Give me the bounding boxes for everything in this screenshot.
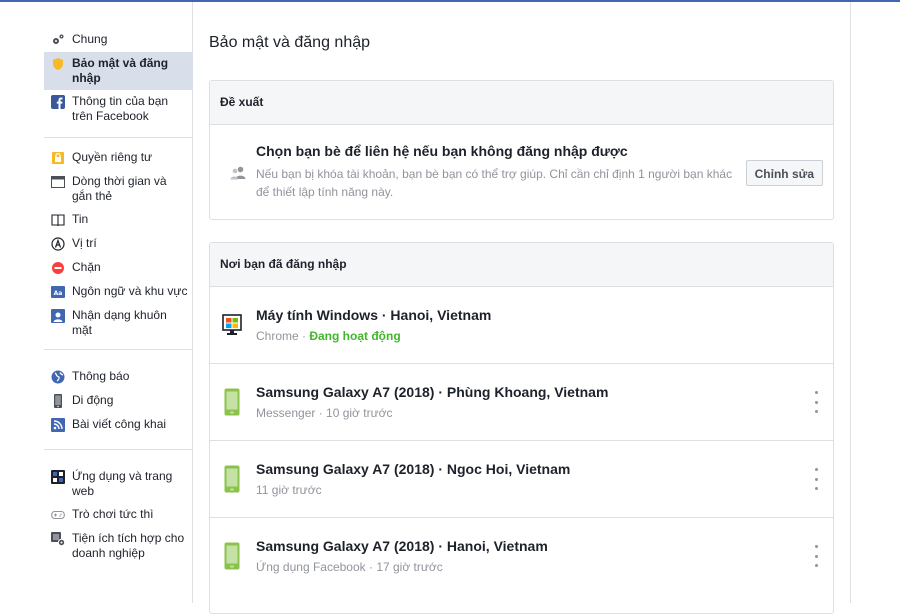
sidebar-item-instant-games[interactable]: Trò chơi tức thì [44, 503, 193, 527]
friends-icon [230, 166, 246, 180]
globe-icon [50, 369, 66, 385]
more-options-icon[interactable] [811, 468, 821, 490]
session-device-location: Samsung Galaxy A7 (2018) · Hanoi, Vietna… [256, 538, 548, 554]
sidebar-item-location[interactable]: Vị trí [44, 232, 193, 256]
privacy-lock-icon [50, 150, 66, 166]
sidebar-item-business-integrations[interactable]: Tiện ích tích hợp cho doanh nghiệp [44, 527, 193, 565]
sidebar-item-label: Chung [72, 32, 108, 46]
session-row[interactable]: Máy tính Windows · Hanoi, Vietnam Chrome… [210, 287, 833, 363]
settings-sidebar: Chung Bảo mật và đăng nhập Thông tin của… [44, 28, 193, 565]
session-details: 11 giờ trước [256, 483, 322, 497]
sidebar-item-label: Chặn [72, 260, 101, 274]
suggestion-description: Nếu bạn bị khóa tài khoản, bạn bè bạn có… [256, 167, 733, 199]
session-device-location: Samsung Galaxy A7 (2018) · Ngoc Hoi, Vie… [256, 461, 571, 477]
session-details: Messenger · 10 giờ trước [256, 406, 393, 420]
mobile-icon [50, 393, 66, 409]
sidebar-group-privacy: Quyền riêng tư Dòng thời gian và gắn thẻ… [44, 146, 193, 342]
sidebar-item-notifications[interactable]: Thông báo [44, 365, 193, 389]
facebook-icon [50, 94, 66, 110]
phone-icon [222, 465, 242, 493]
suggestions-card: Đề xuất Chọn bạn bè để liên hệ nếu bạn k… [209, 80, 834, 220]
location-icon [50, 236, 66, 252]
sidebar-item-privacy[interactable]: Quyền riêng tư [44, 146, 193, 170]
language-icon: Aa [50, 284, 66, 300]
sidebar-separator [44, 137, 193, 138]
session-details: Chrome · Đang hoạt động [256, 329, 401, 343]
sidebar-item-label: Tiện ích tích hợp cho doanh nghiệp [72, 531, 185, 560]
windows-computer-icon [222, 311, 242, 339]
sidebar-item-label: Nhận dạng khuôn mặt [72, 308, 167, 337]
sidebar-item-label: Vị trí [72, 236, 97, 250]
timeline-icon [50, 174, 66, 190]
sidebar-item-label: Trò chơi tức thì [72, 507, 154, 521]
sidebar-item-label: Tin [72, 212, 89, 226]
shield-icon [50, 56, 66, 72]
sidebar-item-label: Thông tin của bạn trên Facebook [72, 94, 169, 123]
edit-trusted-contacts-button[interactable]: Chỉnh sửa [745, 160, 823, 186]
sidebar-item-public-posts[interactable]: Bài viết công khai [44, 413, 193, 437]
phone-icon [222, 542, 242, 570]
sidebar-item-label: Thông báo [72, 369, 130, 383]
sidebar-item-mobile[interactable]: Di động [44, 389, 193, 413]
sidebar-item-face-recognition[interactable]: Nhận dạng khuôn mặt [44, 304, 193, 342]
top-bar [0, 0, 900, 2]
sidebar-item-label: Di động [72, 393, 114, 407]
face-recognition-icon [50, 308, 66, 324]
apps-icon [50, 469, 66, 485]
sidebar-item-language-region[interactable]: Aa Ngôn ngữ và khu vực [44, 280, 193, 304]
sidebar-separator [44, 449, 193, 450]
sidebar-item-stories[interactable]: Tin [44, 208, 193, 232]
business-integration-icon [50, 531, 66, 547]
trusted-contacts-suggestion: Chọn bạn bè để liên hệ nếu bạn không đăn… [210, 125, 833, 219]
book-icon [50, 212, 66, 228]
sidebar-group-notifications: Thông báo Di động Bài viết công khai [44, 365, 193, 437]
login-sessions-card: Nơi bạn đã đăng nhập Máy tính Windows · … [209, 242, 834, 614]
session-row[interactable]: Samsung Galaxy A7 (2018) · Ngoc Hoi, Vie… [210, 440, 833, 517]
gamepad-icon [50, 507, 66, 523]
session-device-location: Samsung Galaxy A7 (2018) · Phùng Khoang,… [256, 384, 609, 400]
session-app: Chrome · [256, 329, 310, 343]
sidebar-group-general: Chung Bảo mật và đăng nhập Thông tin của… [44, 28, 193, 128]
sidebar-item-label: Bảo mật và đăng nhập [72, 56, 169, 85]
sidebar-item-security-login[interactable]: Bảo mật và đăng nhập [44, 52, 193, 90]
page-title: Bảo mật và đăng nhập [209, 34, 371, 51]
session-row[interactable]: Samsung Galaxy A7 (2018) · Hanoi, Vietna… [210, 517, 833, 594]
session-details: Ứng dụng Facebook · 17 giờ trước [256, 560, 443, 574]
sidebar-item-label: Ứng dụng và trang web [72, 469, 173, 498]
phone-icon [222, 388, 242, 416]
svg-text:Aa: Aa [54, 290, 63, 297]
rss-icon [50, 417, 66, 433]
sidebar-item-timeline-tagging[interactable]: Dòng thời gian và gắn thẻ [44, 170, 193, 208]
sessions-header: Nơi bạn đã đăng nhập [210, 243, 833, 287]
sidebar-item-label: Dòng thời gian và gắn thẻ [72, 174, 167, 203]
sidebar-item-your-facebook-info[interactable]: Thông tin của bạn trên Facebook [44, 90, 193, 128]
suggestions-header: Đề xuất [210, 81, 833, 125]
sidebar-item-label: Ngôn ngữ và khu vực [72, 284, 188, 298]
content-right-border [850, 2, 851, 603]
sidebar-item-apps-websites[interactable]: Ứng dụng và trang web [44, 465, 193, 503]
more-options-icon[interactable] [811, 391, 821, 413]
sidebar-item-blocking[interactable]: Chặn [44, 256, 193, 280]
sidebar-group-apps: Ứng dụng và trang web Trò chơi tức thì T… [44, 465, 193, 565]
session-row[interactable]: Samsung Galaxy A7 (2018) · Phùng Khoang,… [210, 363, 833, 440]
block-icon [50, 260, 66, 276]
session-device-location: Máy tính Windows · Hanoi, Vietnam [256, 307, 492, 323]
sidebar-separator [44, 349, 193, 350]
suggestion-title: Chọn bạn bè để liên hệ nếu bạn không đăn… [256, 143, 628, 159]
sidebar-item-general[interactable]: Chung [44, 28, 193, 52]
session-active-status: Đang hoạt động [309, 329, 401, 343]
sidebar-item-label: Bài viết công khai [72, 417, 167, 431]
sidebar-item-label: Quyền riêng tư [72, 150, 153, 164]
more-options-icon[interactable] [811, 545, 821, 567]
gear-icon [50, 32, 66, 48]
